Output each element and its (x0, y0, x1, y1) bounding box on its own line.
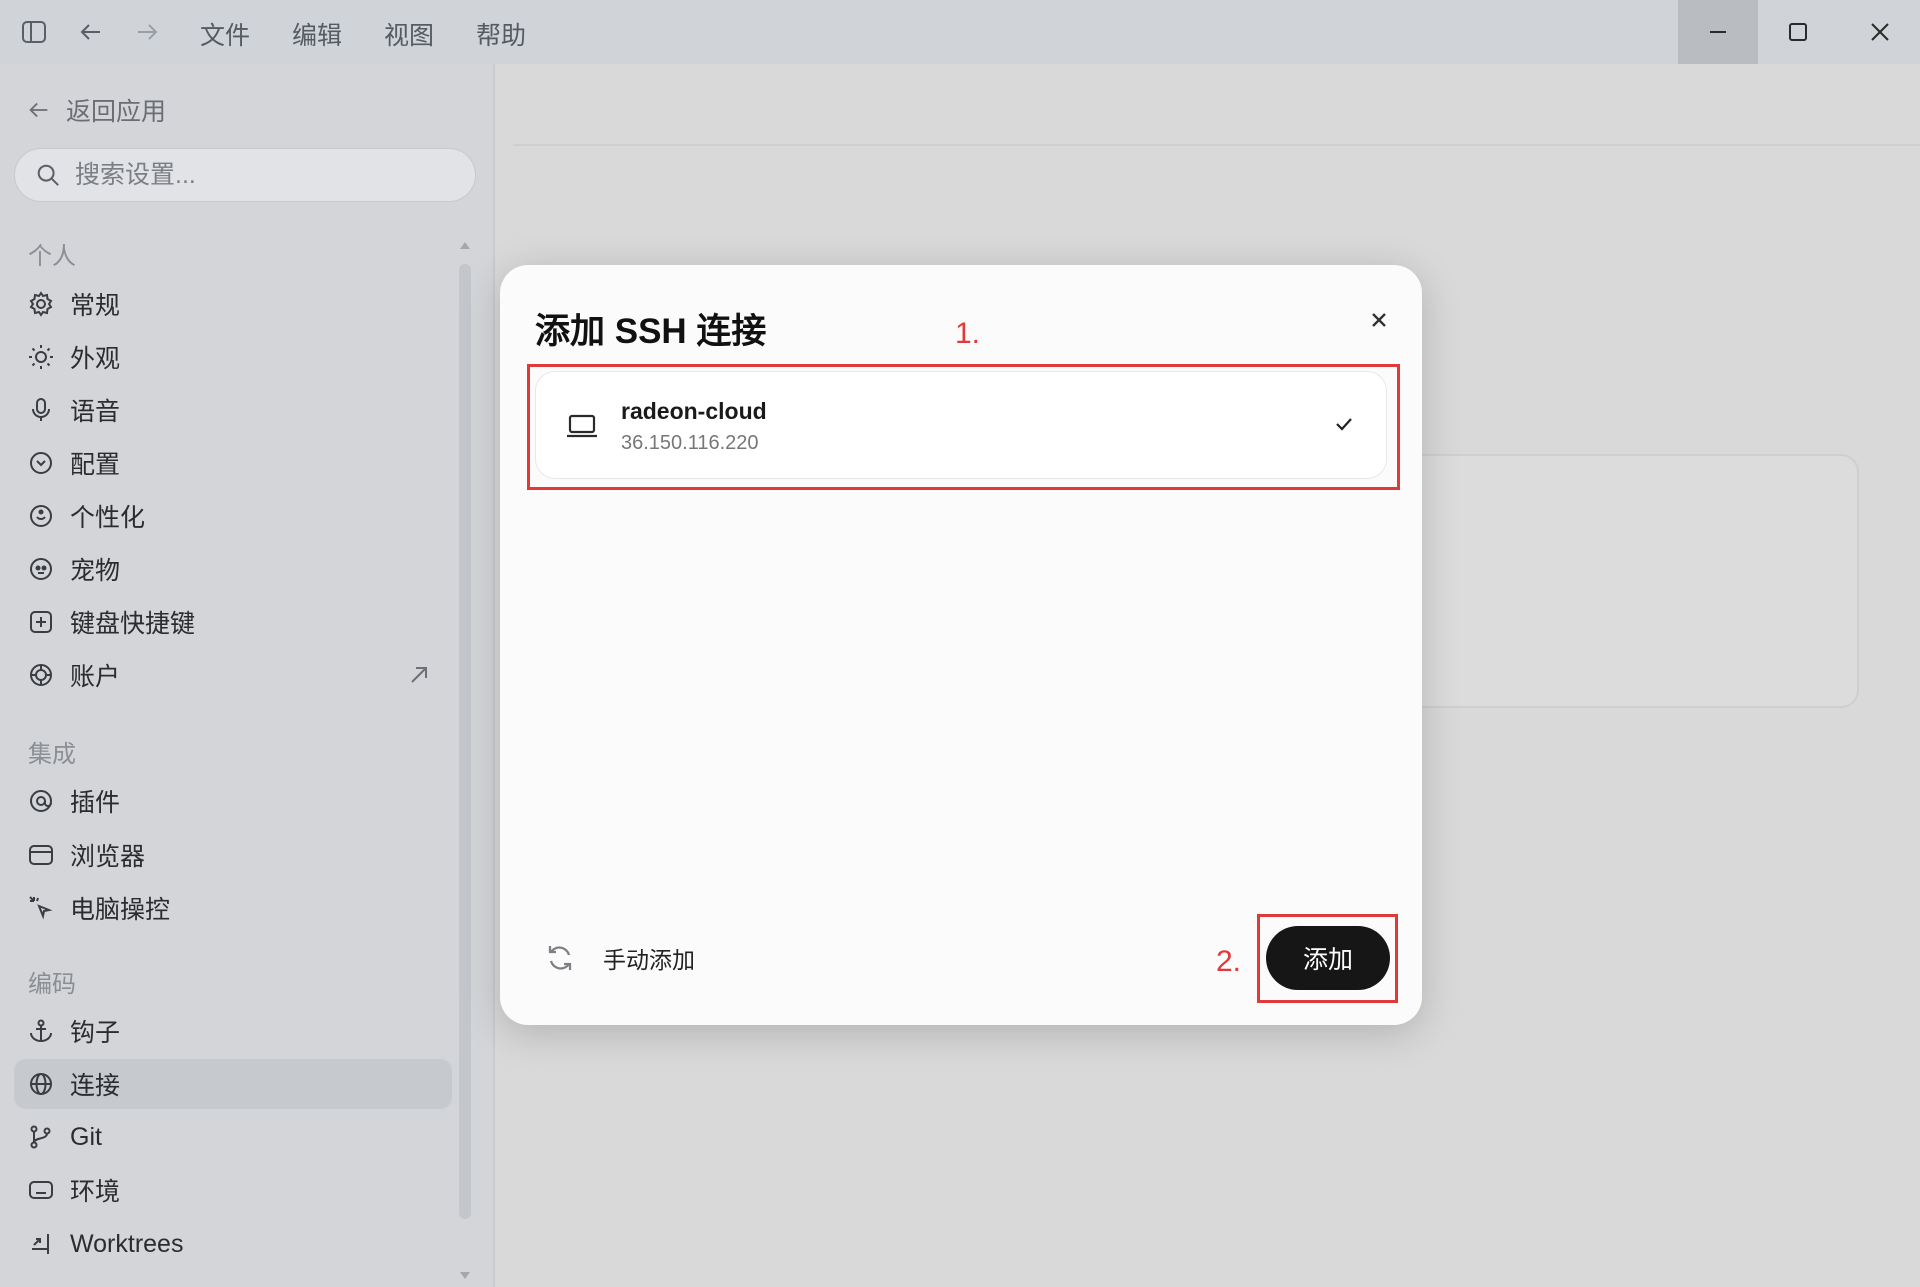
header-divider (513, 144, 1920, 146)
sidebar-item-general[interactable]: 常规 (14, 279, 452, 329)
add-ssh-dialog: 添加 SSH 连接 1. radeon-cloud 36.150.116.220… (500, 265, 1422, 1025)
sidebar-item-label: 账户 (70, 663, 121, 691)
sidebar-item-personalize[interactable]: 个性化 (14, 491, 452, 541)
sidebar-item-plugins[interactable]: 插件 (14, 776, 452, 826)
sidebar-item-config[interactable]: 配置 (14, 438, 452, 488)
personalize-icon (28, 503, 54, 529)
close-icon[interactable] (1362, 303, 1396, 337)
sidebar-item-worktrees[interactable]: Worktrees (14, 1219, 452, 1269)
title-bar: 文件 编辑 视图 帮助 (0, 0, 1920, 64)
back-arrow-icon[interactable] (77, 18, 105, 46)
sidebar-item-label: 外观 (70, 345, 121, 373)
section-coding: 编码 (28, 971, 76, 998)
manual-add-label: 手动添加 (603, 947, 695, 973)
scroll-up-arrow[interactable] (459, 240, 471, 252)
microphone-icon (28, 397, 54, 423)
back-arrow-icon (26, 97, 52, 123)
sidebar-item-label: 个性化 (70, 504, 146, 532)
sidebar-item-hooks[interactable]: 钩子 (14, 1006, 452, 1056)
manual-add-button[interactable]: 手动添加 (545, 941, 695, 975)
sidebar-item-label: 宠物 (70, 557, 121, 585)
sidebar-item-browser[interactable]: 浏览器 (14, 830, 452, 880)
sidebar-item-label: 连接 (70, 1072, 121, 1100)
plugin-icon (28, 788, 54, 814)
environment-icon (28, 1177, 54, 1203)
anchor-icon (28, 1018, 54, 1044)
account-icon (28, 662, 54, 688)
menu-edit[interactable]: 编辑 (292, 16, 342, 52)
sidebar-item-label: 插件 (70, 789, 121, 817)
sidebar-item-label: 钩子 (70, 1019, 121, 1047)
sidebar-item-label: 配置 (70, 451, 121, 479)
sidebar-item-keyboard-shortcuts[interactable]: 键盘快捷键 (14, 597, 452, 647)
minimize-button[interactable] (1678, 0, 1758, 64)
step-label-1: 1. (955, 317, 981, 350)
sidebar-item-label: 浏览器 (70, 843, 146, 871)
sidebar-item-label: Git (70, 1122, 102, 1151)
sidebar-toggle-icon[interactable] (20, 18, 48, 46)
sidebar-item-voice[interactable]: 语音 (14, 385, 452, 435)
pet-icon (28, 556, 54, 582)
section-integrations: 集成 (28, 741, 76, 768)
sun-icon (28, 344, 54, 370)
sidebar-item-label: 语音 (70, 398, 121, 426)
sidebar-item-computer-control[interactable]: 电脑操控 (14, 883, 452, 933)
computer-control-icon (28, 895, 54, 921)
close-window-button[interactable] (1840, 0, 1920, 64)
sidebar-item-environment[interactable]: 环境 (14, 1165, 452, 1215)
sidebar-item-label: 环境 (70, 1178, 121, 1206)
annotation-highlight-add-button (1257, 914, 1398, 1003)
sidebar-item-label: Worktrees (70, 1229, 184, 1258)
worktree-icon (28, 1231, 54, 1257)
keyboard-icon (28, 609, 54, 635)
forward-arrow-icon[interactable] (133, 18, 161, 46)
sidebar-item-appearance[interactable]: 外观 (14, 332, 452, 382)
globe-icon (28, 1071, 54, 1097)
maximize-button[interactable] (1758, 0, 1838, 64)
sidebar-item-connections[interactable]: 连接 (14, 1059, 452, 1109)
divider (493, 64, 495, 1287)
menu-view[interactable]: 视图 (384, 16, 434, 52)
git-branch-icon (28, 1124, 54, 1150)
section-personal: 个人 (28, 243, 76, 270)
menu-help[interactable]: 帮助 (476, 16, 526, 52)
gear-icon (28, 291, 54, 317)
profile-icon (28, 450, 54, 476)
scroll-down-arrow[interactable] (459, 1269, 471, 1281)
sidebar-item-git[interactable]: Git (14, 1112, 452, 1162)
background-card (1393, 454, 1859, 708)
dialog-title: 添加 SSH 连接 (535, 312, 767, 351)
back-to-app-link[interactable]: 返回应用 (26, 92, 166, 128)
browser-icon (28, 842, 54, 868)
search-icon (35, 162, 61, 188)
menu-file[interactable]: 文件 (200, 16, 250, 52)
settings-sidebar: 返回应用 个人 常规 外观 语音 配置 个性化 宠物 键盘快捷键 账户 (0, 64, 493, 1287)
step-label-2: 2. (1216, 945, 1242, 978)
external-link-icon (408, 664, 430, 686)
sidebar-item-label: 电脑操控 (70, 896, 171, 924)
annotation-highlight-connection (527, 364, 1400, 490)
sidebar-item-label: 常规 (70, 292, 121, 320)
settings-search[interactable] (14, 148, 476, 202)
sidebar-item-pet[interactable]: 宠物 (14, 544, 452, 594)
sidebar-item-label: 键盘快捷键 (70, 610, 196, 638)
back-to-app-label: 返回应用 (66, 98, 167, 126)
refresh-icon (545, 943, 575, 973)
sidebar-item-account[interactable]: 账户 (14, 650, 452, 700)
sidebar-scrollbar[interactable] (459, 264, 471, 1219)
search-input[interactable] (73, 159, 437, 191)
